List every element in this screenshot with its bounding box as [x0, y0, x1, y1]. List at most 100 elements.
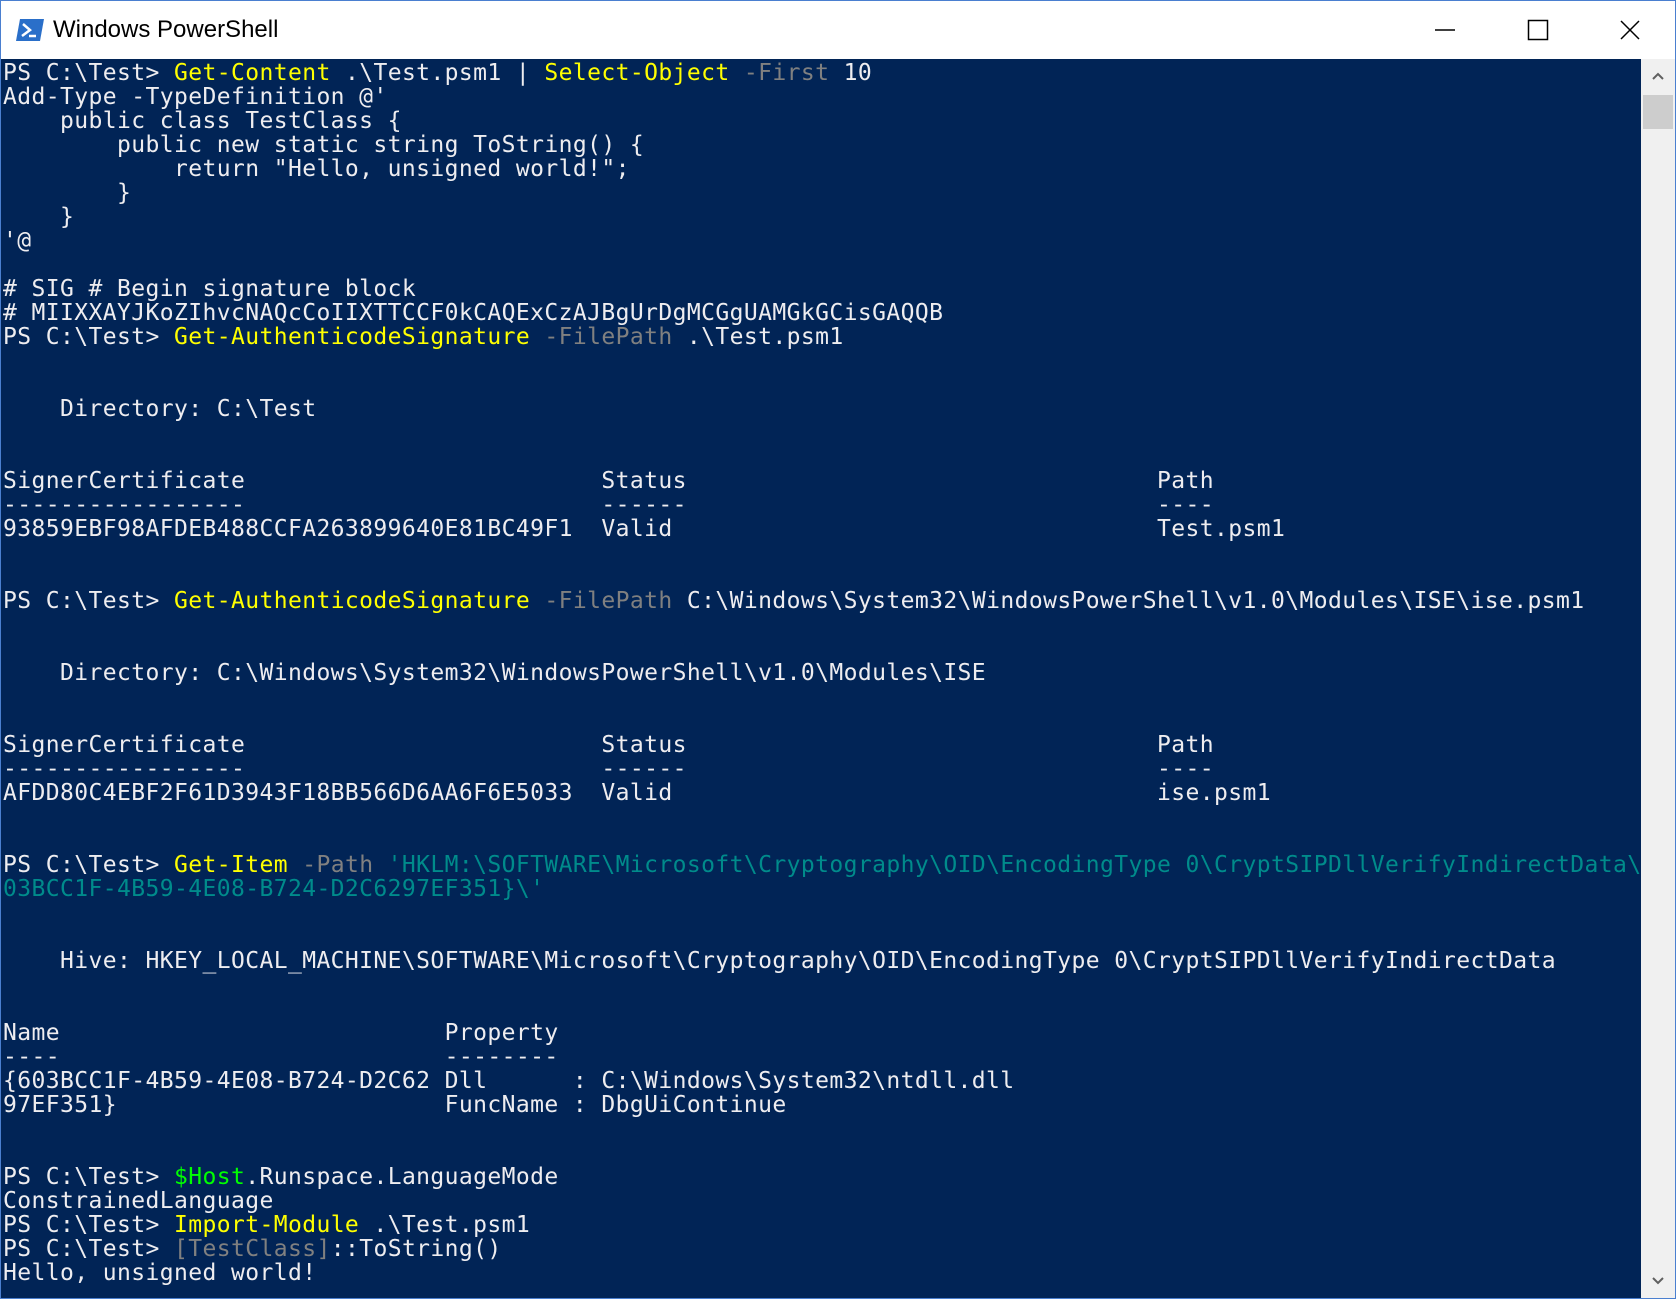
console-line: '@: [3, 229, 1641, 253]
minimize-icon: [1434, 29, 1455, 31]
close-icon: [1619, 20, 1640, 40]
console-text-fg: PS C:\Test>: [3, 588, 174, 614]
console-line: ----------------- ------ ----: [3, 757, 1641, 781]
title-bar[interactable]: Windows PowerShell: [1, 1, 1675, 59]
console-line: PS C:\Test> Get-Item -Path 'HKLM:\SOFTWA…: [3, 853, 1641, 877]
console-line: PS C:\Test> Get-AuthenticodeSignature -F…: [3, 325, 1641, 349]
console-line: Hive: HKEY_LOCAL_MACHINE\SOFTWARE\Micros…: [3, 949, 1641, 973]
console-text-fg: SignerCertificate Status Path: [3, 468, 1215, 494]
console-text-param: [TestClass]: [173, 1236, 331, 1262]
console-line: PS C:\Test> [TestClass]::ToString(): [3, 1237, 1641, 1261]
console-text-fg: .\Test.psm1: [359, 1212, 531, 1238]
console-line: public class TestClass {: [3, 109, 1641, 133]
console-line: Hello, unsigned world!: [3, 1261, 1641, 1285]
console-line: }: [3, 181, 1641, 205]
console-text-fg: ----------------- ------ ----: [3, 492, 1215, 518]
console-line: 03BCC1F-4B59-4E08-B724-D2C6297EF351}\': [3, 877, 1641, 901]
console-line: Name Property: [3, 1021, 1641, 1045]
console-text-fg: # MIIXXAYJKoZIhvcNAQcCoIIXTTCCF0kCAQExCz…: [3, 300, 944, 326]
console-line: ----------------- ------ ----: [3, 493, 1641, 517]
console-text-fg: ---- --------: [3, 1044, 559, 1070]
scroll-down-button[interactable]: [1641, 1264, 1675, 1298]
console-line: 97EF351} FuncName : DbgUiContinue: [3, 1093, 1641, 1117]
console-text-fg: ----------------- ------ ----: [3, 756, 1215, 782]
chevron-down-icon: [1652, 1277, 1664, 1285]
console-text-fg: }: [3, 204, 75, 230]
console-text-fg: .\Test.psm1: [672, 324, 844, 350]
console-line: Directory: C:\Test: [3, 397, 1641, 421]
console-text-fg: ConstrainedLanguage: [3, 1188, 274, 1214]
console-text-param: -FilePath: [530, 324, 673, 350]
console-text-cmd: Get-AuthenticodeSignature: [173, 324, 531, 350]
console-line: 93859EBF98AFDEB488CCFA263899640E81BC49F1…: [3, 517, 1641, 541]
vertical-scrollbar[interactable]: [1641, 59, 1675, 1298]
console-text-fg: AFDD80C4EBF2F61D3943F18BB566D6AA6F6E5033…: [3, 780, 1271, 806]
maximize-icon: [1527, 19, 1548, 41]
console-text-fg: 93859EBF98AFDEB488CCFA263899640E81BC49F1…: [3, 516, 1286, 542]
console-text-cmd: Select-Object: [544, 60, 730, 86]
console-text-fg: }: [3, 180, 132, 206]
console-text-fg: public new static string ToString() {: [3, 132, 645, 158]
console-text-fg: '@: [3, 228, 32, 254]
console-line: return "Hello, unsigned world!";: [3, 157, 1641, 181]
console-line: PS C:\Test> $Host.Runspace.LanguageMode: [3, 1165, 1641, 1189]
console-text-cmd: Get-AuthenticodeSignature: [173, 588, 531, 614]
console-text-fg: 10: [829, 60, 873, 86]
console-text-str: 'HKLM:\SOFTWARE\Microsoft\Cryptography\O…: [373, 852, 1641, 878]
console-text-fg: Directory: C:\Windows\System32\WindowsPo…: [3, 660, 987, 686]
console-text-fg: PS C:\Test>: [3, 1212, 174, 1238]
console-text-param: -FilePath: [530, 588, 673, 614]
close-button[interactable]: [1583, 1, 1676, 59]
console-text-fg: PS C:\Test>: [3, 324, 174, 350]
maximize-button[interactable]: [1491, 1, 1584, 59]
console-text-cmd: Get-Content: [173, 60, 331, 86]
console-line: public new static string ToString() {: [3, 133, 1641, 157]
console-text-fg: return "Hello, unsigned world!";: [3, 156, 630, 182]
console-line: ConstrainedLanguage: [3, 1189, 1641, 1213]
console-text-fg: PS C:\Test>: [3, 852, 174, 878]
minimize-button[interactable]: [1398, 1, 1491, 59]
console-line: PS C:\Test> Import-Module .\Test.psm1: [3, 1213, 1641, 1237]
scroll-thumb[interactable]: [1643, 95, 1673, 129]
console-text-fg: {603BCC1F-4B59-4E08-B724-D2C62 Dll : C:\…: [3, 1068, 1015, 1094]
console-text-fg: Hello, unsigned world!: [3, 1260, 317, 1286]
console-text-fg: Hive: HKEY_LOCAL_MACHINE\SOFTWARE\Micros…: [3, 948, 1556, 974]
console-text-fg: # SIG # Begin signature block: [3, 276, 417, 302]
console-text-fg: Add-Type -TypeDefinition @': [3, 84, 388, 110]
console-line: AFDD80C4EBF2F61D3943F18BB566D6AA6F6E5033…: [3, 781, 1641, 805]
console-text-fg: Name Property: [3, 1020, 559, 1046]
powershell-window: Windows PowerShell PS C:\Test> Get-Conte…: [0, 0, 1676, 1299]
console-text-var: $Host: [173, 1164, 246, 1190]
console-line: Add-Type -TypeDefinition @': [3, 85, 1641, 109]
console-text-cmd: Get-Item: [173, 852, 288, 878]
console-text-param: -First: [729, 60, 830, 86]
window-title: Windows PowerShell: [53, 16, 279, 43]
console-line: SignerCertificate Status Path: [3, 733, 1641, 757]
console-text-fg: PS C:\Test>: [3, 60, 174, 86]
console-text-fg: public class TestClass {: [3, 108, 402, 134]
console-output[interactable]: PS C:\Test> Get-Content .\Test.psm1 | Se…: [1, 59, 1641, 1298]
console-lines: PS C:\Test> Get-Content .\Test.psm1 | Se…: [3, 61, 1641, 1285]
console-line: SignerCertificate Status Path: [3, 469, 1641, 493]
console-text-fg: .Runspace.LanguageMode: [245, 1164, 559, 1190]
console-text-str: 03BCC1F-4B59-4E08-B724-D2C6297EF351}\': [3, 876, 545, 902]
console-line: }: [3, 205, 1641, 229]
console-line: ---- --------: [3, 1045, 1641, 1069]
console-line: # SIG # Begin signature block: [3, 277, 1641, 301]
console-text-fg: Directory: C:\Test: [3, 396, 317, 422]
console-line: PS C:\Test> Get-AuthenticodeSignature -F…: [3, 589, 1641, 613]
scroll-up-button[interactable]: [1641, 59, 1675, 93]
console-text-fg: SignerCertificate Status Path: [3, 732, 1215, 758]
